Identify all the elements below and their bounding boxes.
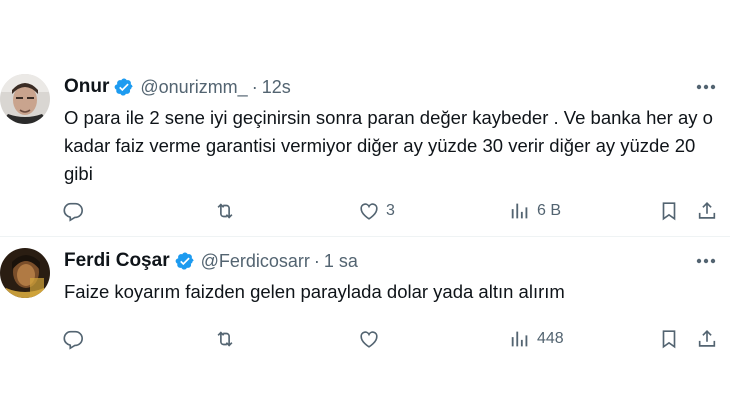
views-icon [509,328,531,350]
retweet-icon [214,200,236,222]
bookmark-icon [658,200,680,222]
more-icon[interactable] [694,76,718,98]
views-button[interactable]: 6 B [509,196,561,226]
tweet-divider [0,236,730,237]
share-button[interactable] [696,324,718,354]
verified-badge-icon [175,251,195,271]
tweet-text: O para ile 2 sene iyi geçinirsin sonra p… [64,107,713,184]
views-count: 6 B [537,202,562,219]
tweet-header: Onur @onurizmm_ · 12s [64,74,291,100]
author-name[interactable]: Ferdi Coşar [64,250,170,272]
header-separator: · [251,76,258,97]
retweet-button[interactable] [214,324,236,354]
tweet-2[interactable]: Ferdi Coşar @Ferdicosarr · 1 sa Faize ko… [0,240,730,420]
author-handle[interactable]: @Ferdicosarr [201,251,310,272]
retweet-button[interactable] [214,196,236,226]
author-name[interactable]: Onur [64,76,109,98]
tweet-text: Faize koyarım faizden gelen paraylada do… [64,281,565,302]
avatar-ferdi[interactable] [0,248,50,298]
views-count: 448 [537,330,564,347]
header-separator: · [313,250,320,271]
like-button[interactable]: 3 [358,196,395,226]
reply-button[interactable] [62,196,84,226]
bookmark-icon [658,328,680,350]
tweet-time[interactable]: 1 sa [324,251,358,272]
reply-icon [62,200,84,222]
views-button[interactable]: 448 [509,324,564,354]
reply-button[interactable] [62,324,84,354]
reply-icon [62,328,84,350]
tweet-header: Ferdi Coşar @Ferdicosarr · 1 sa [64,248,358,274]
tweet-actions: 448 [50,324,730,354]
like-button[interactable] [358,324,386,354]
like-count: 3 [386,202,395,219]
author-handle[interactable]: @onurizmm_ [140,77,247,98]
tweet-1[interactable]: Onur @onurizmm_ · 12s O para ile 2 sene … [0,66,730,236]
views-icon [509,200,531,222]
retweet-icon [214,328,236,350]
avatar-onur[interactable] [0,74,50,124]
share-icon [696,200,718,222]
more-icon[interactable] [694,250,718,272]
tweet-actions: 3 6 B [50,196,730,226]
bookmark-button[interactable] [658,324,680,354]
verified-badge-icon [114,77,134,97]
like-icon [358,200,380,222]
share-button[interactable] [696,196,718,226]
tweet-time[interactable]: 12s [262,77,291,98]
share-icon [696,328,718,350]
bookmark-button[interactable] [658,196,680,226]
like-icon [358,328,380,350]
